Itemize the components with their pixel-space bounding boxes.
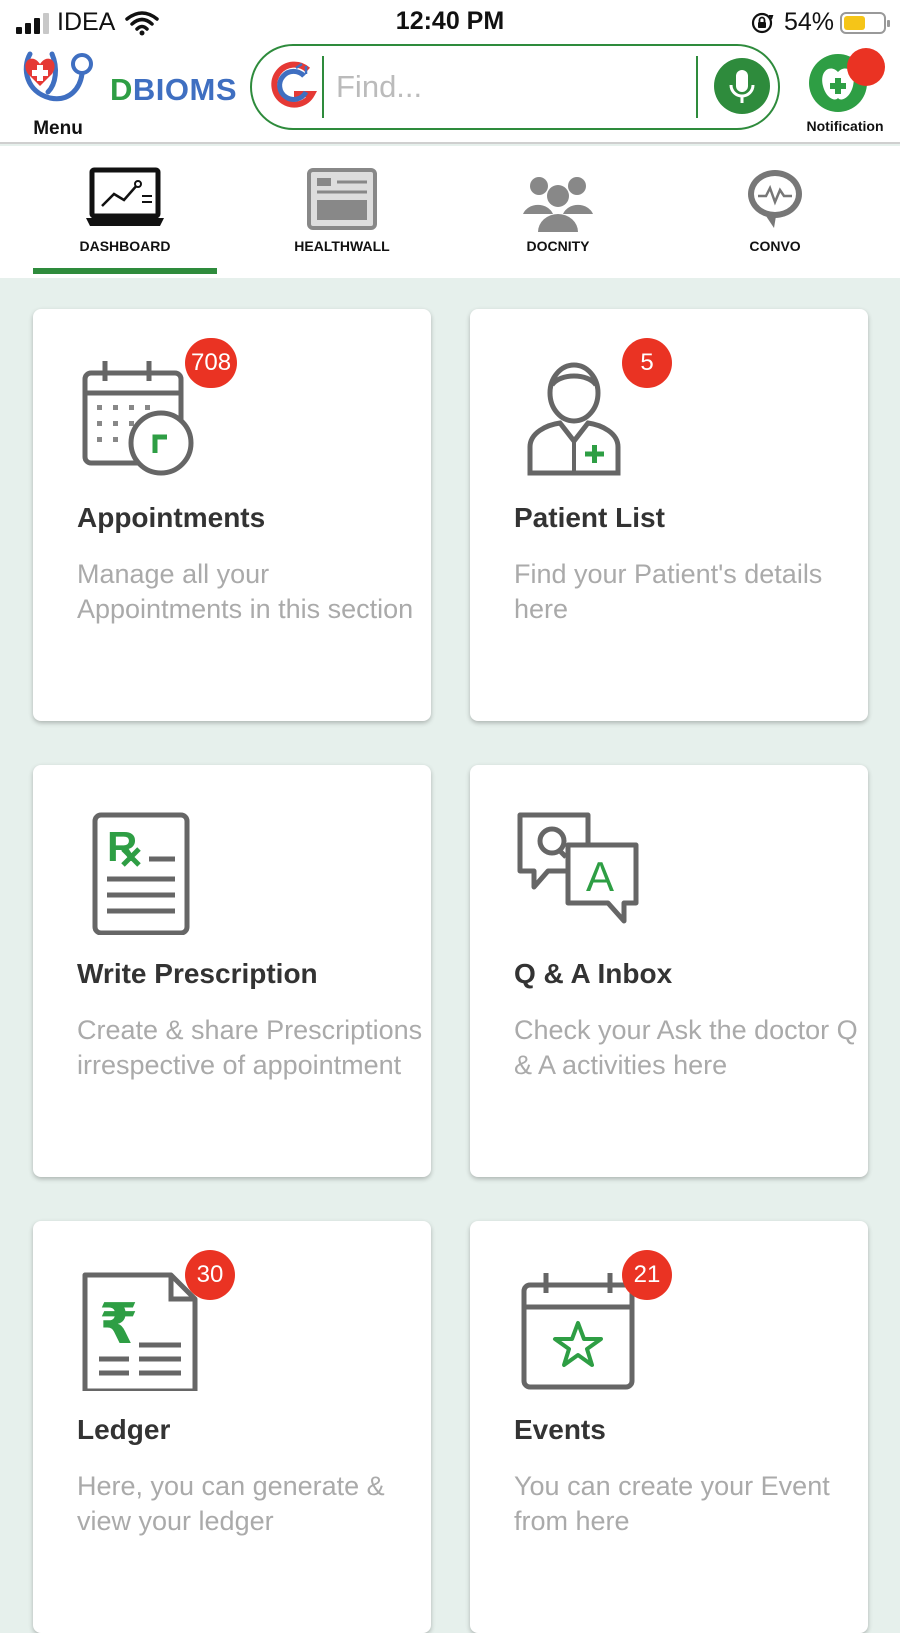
tab-convo[interactable]: CONVO (683, 146, 867, 274)
brand-rest: BIOMS (132, 72, 238, 107)
card-description: Here, you can generate & view your ledge… (77, 1471, 385, 1536)
qa-bubbles-icon: A (517, 812, 639, 924)
svg-text:₹: ₹ (99, 1292, 138, 1357)
search-brand-icon (271, 61, 318, 108)
svg-text:A: A (586, 853, 614, 900)
card-description: Create & share Prescriptions irrespectiv… (77, 1015, 423, 1080)
microphone-icon (729, 70, 755, 103)
microphone-button[interactable] (714, 58, 770, 114)
stethoscope-logo-icon (23, 51, 93, 102)
tab-label: DASHBOARD (79, 238, 171, 254)
search-divider-right (696, 56, 698, 118)
card-ledger[interactable]: ₹ 30 Ledger Here, you can generate & vie… (33, 1221, 431, 1633)
tab-label: CONVO (749, 238, 801, 254)
tab-healthwall[interactable]: HEALTHWALL (250, 146, 434, 274)
card-appointments[interactable]: 708 Appointments Manage all your Appoint… (33, 309, 431, 721)
app-header: Menu DBIOMS Notificat (0, 44, 900, 144)
notification-badge: 21 (622, 1250, 672, 1300)
card-patient-list[interactable]: 5 Patient List Find your Patient's detai… (470, 309, 868, 721)
menu-button[interactable]: Menu (18, 48, 98, 140)
prescription-icon: R (92, 812, 190, 935)
menu-label: Menu (33, 118, 83, 139)
community-icon (523, 177, 593, 232)
card-description: Check your Ask the doctor Q & A activiti… (514, 1015, 858, 1080)
notification-badge: 5 (622, 338, 672, 388)
notification-button[interactable]: Notification (795, 48, 895, 140)
status-bar: IDEA 12:40 PM 54% (0, 0, 900, 44)
battery-percent: 54% (783, 8, 834, 36)
card-description: Find your Patient's details here (514, 559, 823, 624)
card-title: Q & A Inbox (514, 958, 673, 989)
card-title: Ledger (77, 1414, 171, 1445)
brand-logo: DBIOMS (110, 72, 237, 108)
chat-bubble-icon (748, 170, 802, 228)
status-right: 54% (750, 8, 890, 37)
tab-label: DOCNITY (526, 238, 590, 254)
battery-level (844, 15, 865, 30)
tab-bar: DASHBOARD HEALTHWALL DOCNITY CONVO (0, 146, 900, 278)
card-title: Events (514, 1414, 606, 1445)
tab-dashboard[interactable]: DASHBOARD (33, 146, 217, 274)
card-description: Manage all your Appointments in this sec… (77, 559, 414, 624)
card-write-prescription[interactable]: R Write Prescription Create & share Pres… (33, 765, 431, 1177)
notification-badge: 30 (185, 1250, 235, 1300)
search-input[interactable] (334, 60, 668, 114)
card-title: Appointments (77, 502, 266, 533)
brand-first-letter: D (110, 72, 133, 107)
dashboard-laptop-icon (86, 167, 164, 226)
tab-docnity[interactable]: DOCNITY (466, 146, 650, 274)
notification-label: Notification (806, 118, 884, 134)
card-title: Write Prescription (77, 958, 318, 989)
notification-badge: 708 (185, 338, 238, 388)
card-events[interactable]: 21 Events You can create your Event from… (470, 1221, 868, 1633)
tab-label: HEALTHWALL (294, 238, 390, 254)
card-qa-inbox[interactable]: A Q & A Inbox Check your Ask the doctor … (470, 765, 868, 1177)
card-title: Patient List (514, 502, 665, 533)
battery-icon (840, 11, 890, 34)
notification-dot (847, 48, 885, 86)
search-divider-left (322, 56, 324, 118)
selected-tab-indicator (33, 268, 217, 274)
search-bar (250, 44, 780, 130)
healthwall-icon (307, 168, 377, 230)
rotation-lock-icon (751, 12, 774, 33)
card-description: You can create your Event from here (514, 1471, 830, 1536)
